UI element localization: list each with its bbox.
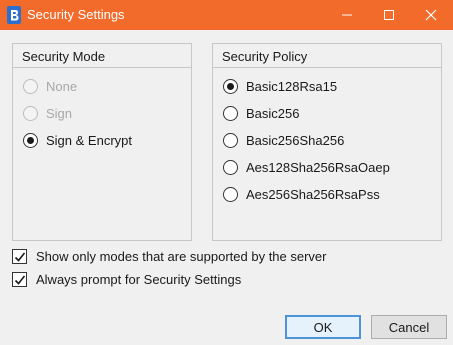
- radio-button[interactable]: [23, 132, 38, 148]
- radio-button[interactable]: [223, 186, 238, 202]
- radio-button[interactable]: [223, 132, 238, 148]
- radio-button[interactable]: [223, 105, 238, 121]
- policy-option-basic256[interactable]: Basic256: [223, 104, 299, 122]
- mode-option-label: Sign: [46, 105, 73, 121]
- mode-option-none[interactable]: None: [23, 77, 77, 95]
- minimize-icon[interactable]: [330, 0, 364, 30]
- policy-option-label: Basic128Rsa15: [246, 78, 338, 94]
- checkmark-icon: [14, 275, 26, 285]
- policy-option-basic256sha256[interactable]: Basic256Sha256: [223, 131, 344, 149]
- title-bar: Security Settings: [0, 0, 453, 30]
- security-policy-header: Security Policy: [213, 44, 441, 68]
- supported-only-label: Show only modes that are supported by th…: [36, 248, 327, 264]
- policy-option-label: Aes128Sha256RsaOaep: [246, 159, 390, 175]
- window-title: Security Settings: [27, 7, 125, 22]
- ok-button[interactable]: OK: [285, 315, 361, 339]
- policy-option-label: Aes256Sha256RsaPss: [246, 186, 380, 202]
- maximize-icon[interactable]: [372, 0, 406, 30]
- policy-option-label: Basic256: [246, 105, 300, 121]
- app-logo-icon: [7, 6, 21, 24]
- mode-option-sign-encrypt[interactable]: Sign & Encrypt: [23, 131, 132, 149]
- cancel-button[interactable]: Cancel: [371, 315, 447, 339]
- mode-option-label: None: [46, 78, 78, 94]
- security-policy-group: Security Policy Basic128Rsa15 Basic256 B…: [212, 43, 442, 241]
- policy-option-aes128sha256rsaoaep[interactable]: Aes128Sha256RsaOaep: [223, 158, 390, 176]
- supported-only-option[interactable]: Show only modes that are supported by th…: [12, 247, 327, 265]
- close-icon[interactable]: [414, 0, 448, 30]
- radio-button[interactable]: [223, 78, 238, 94]
- dialog-body: Security Mode None Sign Sign & Encrypt S…: [0, 30, 453, 345]
- mode-option-sign[interactable]: Sign: [23, 104, 72, 122]
- radio-button[interactable]: [223, 159, 238, 175]
- supported-only-checkbox[interactable]: [12, 248, 27, 264]
- security-mode-header: Security Mode: [13, 44, 191, 68]
- radio-button[interactable]: [23, 78, 38, 94]
- checkmark-icon: [14, 252, 26, 262]
- always-prompt-option[interactable]: Always prompt for Security Settings: [12, 270, 241, 288]
- mode-option-label: Sign & Encrypt: [46, 132, 132, 148]
- radio-button[interactable]: [23, 105, 38, 121]
- policy-option-label: Basic256Sha256: [246, 132, 345, 148]
- always-prompt-checkbox[interactable]: [12, 271, 27, 287]
- policy-option-aes256sha256rsapss[interactable]: Aes256Sha256RsaPss: [223, 185, 380, 203]
- policy-option-basic128rsa15[interactable]: Basic128Rsa15: [223, 77, 337, 95]
- always-prompt-label: Always prompt for Security Settings: [36, 271, 242, 287]
- security-mode-group: Security Mode None Sign Sign & Encrypt: [12, 43, 192, 241]
